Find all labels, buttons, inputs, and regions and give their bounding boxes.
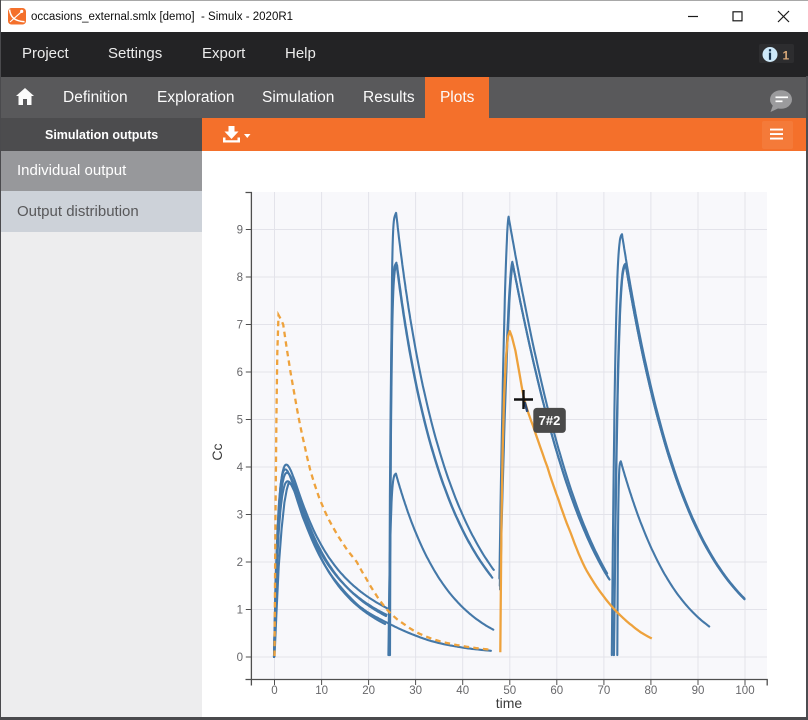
svg-text:2: 2 [237,557,243,569]
svg-text:5: 5 [237,415,243,427]
svg-text:60: 60 [550,685,563,697]
svg-text:8: 8 [237,272,243,284]
svg-text:0: 0 [271,685,277,697]
svg-text:7: 7 [237,320,243,332]
svg-text:100: 100 [735,685,754,697]
svg-text:1: 1 [783,49,790,63]
svg-text:7#2: 7#2 [539,413,561,428]
svg-text:30: 30 [409,685,422,697]
svg-text:4: 4 [237,462,244,474]
svg-text:20: 20 [362,685,375,697]
svg-text:6: 6 [237,367,243,379]
svg-text:10: 10 [315,685,328,697]
svg-text:3: 3 [237,510,243,522]
svg-text:1: 1 [237,605,243,617]
svg-text:Cc: Cc [209,443,225,460]
svg-text:0: 0 [237,652,243,664]
svg-text:9: 9 [237,225,243,237]
svg-text:90: 90 [692,685,705,697]
svg-text:time: time [496,695,523,711]
svg-text:40: 40 [456,685,469,697]
svg-text:70: 70 [598,685,611,697]
svg-text:80: 80 [645,685,658,697]
